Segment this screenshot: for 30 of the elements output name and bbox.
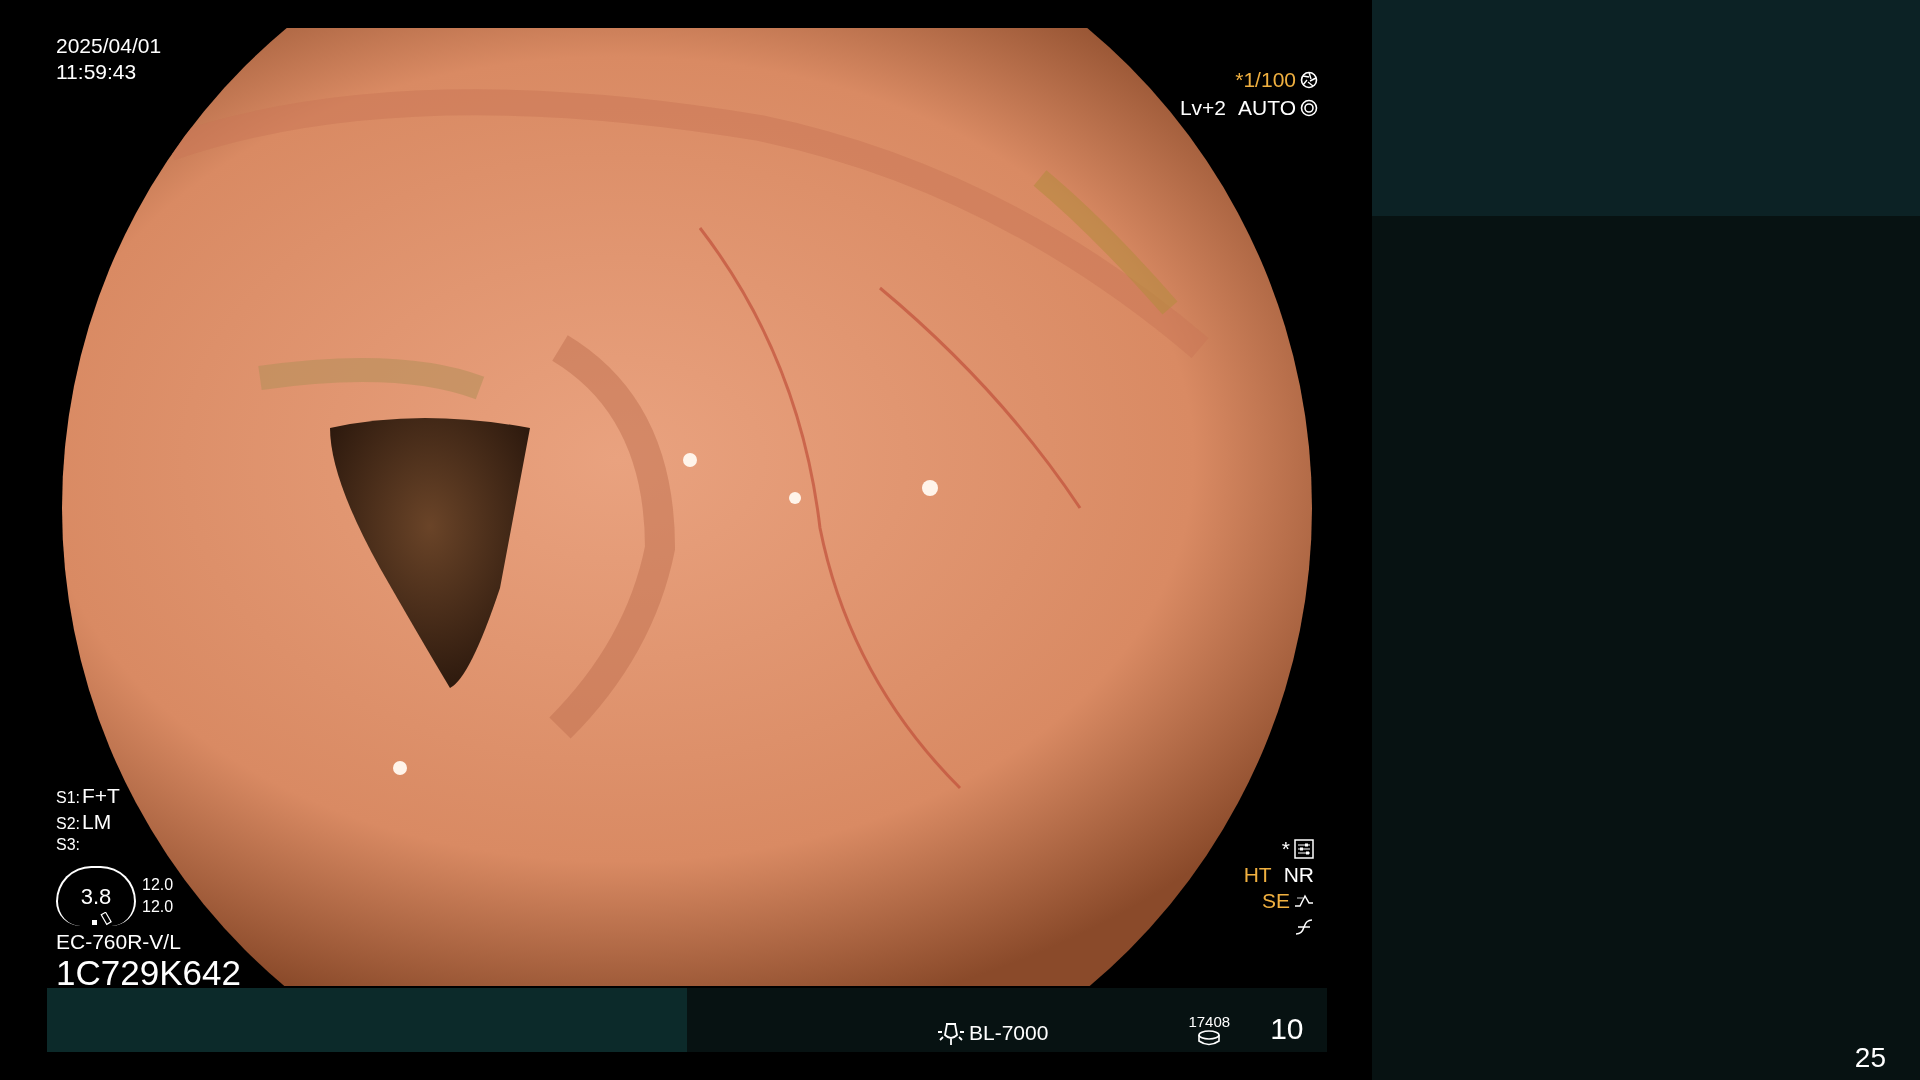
serial-number-text: 1C729K642	[56, 954, 241, 992]
setting-label: S2:	[56, 815, 80, 833]
time-text: 11:59:43	[56, 59, 138, 85]
counter-text: 17408	[1188, 1013, 1231, 1030]
setting-value: F+T	[82, 784, 120, 808]
setting-value: LM	[82, 810, 112, 834]
page-number: 25	[1854, 1042, 1886, 1074]
exposure-level-text: Lv+2	[1179, 95, 1227, 121]
light-source-text: BL-7000	[969, 1021, 1049, 1045]
edge-enhancement-text: SE	[1262, 888, 1290, 914]
lamp-icon	[937, 1020, 965, 1046]
scope-position-icon	[92, 912, 114, 926]
setting-label: S1:	[56, 789, 80, 807]
iris-mode-text: AUTO	[1238, 95, 1296, 121]
reading-text: 12.0	[142, 875, 174, 895]
setting-label: S3:	[56, 836, 80, 854]
sliders-icon	[1294, 839, 1314, 859]
enhancement-text: NR	[1283, 862, 1314, 888]
curve-icon	[1294, 917, 1314, 937]
disk-icon	[1197, 1030, 1222, 1046]
scope-model-text: EC-760R-V/L	[56, 930, 182, 954]
enhancement-text: HT	[1243, 862, 1272, 888]
reading-text: 12.0	[142, 897, 174, 917]
number-text: 10	[1270, 1012, 1304, 1046]
aperture-icon	[1300, 71, 1318, 89]
asterisk-text: *	[1281, 836, 1290, 862]
date-text: 2025/04/01	[56, 33, 162, 59]
shutter-speed-text: *1/100	[1235, 67, 1296, 93]
zoom-value-text: 3.8	[80, 884, 112, 910]
iris-icon	[1300, 99, 1318, 117]
